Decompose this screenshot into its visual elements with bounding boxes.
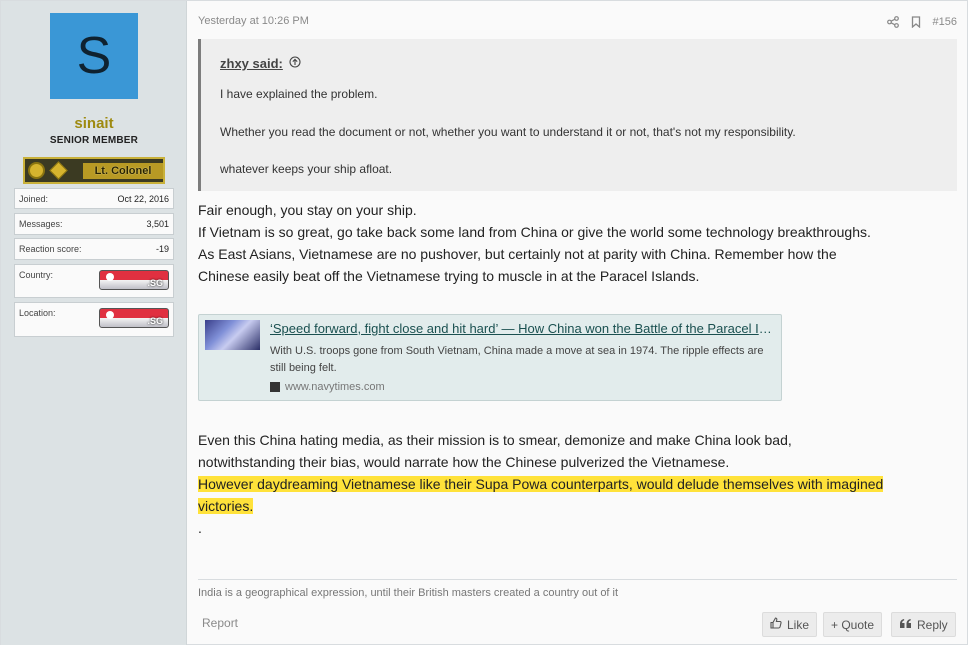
user-sidebar: S sinait SENIOR MEMBER Lt. Colonel Joine… xyxy=(1,1,187,645)
post-line: Chinese easily beat off the Vietnamese t… xyxy=(198,268,700,284)
thumbs-up-icon xyxy=(770,617,782,632)
like-button[interactable]: Like xyxy=(762,612,818,637)
reply-label: Reply xyxy=(917,617,948,632)
user-title: SENIOR MEMBER xyxy=(49,135,139,146)
quote-label: + Quote xyxy=(831,617,875,632)
post-line: notwithstanding their bias, would narrat… xyxy=(198,454,730,470)
stat-label: Joined: xyxy=(19,194,49,204)
singapore-flag-icon: .SG xyxy=(99,308,169,328)
link-domain-text: www.navytimes.com xyxy=(285,381,385,393)
quote-header[interactable]: zhxy said: xyxy=(220,56,301,71)
link-preview-domain: www.navytimes.com xyxy=(270,381,385,393)
singapore-flag-icon: .SG xyxy=(99,270,169,290)
post-line: Fair enough, you stay on your ship. xyxy=(198,202,417,218)
post-number-link[interactable]: #156 xyxy=(933,16,957,28)
stat-joined: Joined: Oct 22, 2016 xyxy=(14,188,174,209)
quote-line: I have explained the problem. xyxy=(220,87,378,101)
link-thumbnail[interactable] xyxy=(205,320,260,350)
quote-line: whatever keeps your ship afloat. xyxy=(220,162,393,176)
stat-label: Messages: xyxy=(19,219,63,229)
post-header-actions: #156 xyxy=(886,13,957,31)
bookmark-icon[interactable] xyxy=(911,16,921,28)
stat-value: 3,501 xyxy=(146,219,169,229)
stat-label: Location: xyxy=(19,308,56,318)
flag-code: .SG xyxy=(147,278,163,288)
post-line: If Vietnam is so great, go take back som… xyxy=(198,224,871,240)
quote-marks-icon xyxy=(899,618,912,632)
link-preview-description: With U.S. troops gone from South Vietnam… xyxy=(270,345,764,374)
site-favicon-icon xyxy=(270,382,280,392)
arrow-up-circle-icon[interactable] xyxy=(289,56,301,71)
stat-label: Reaction score: xyxy=(19,244,82,254)
post-line: . xyxy=(198,520,202,536)
stat-value: -19 xyxy=(155,244,169,254)
link-preview-title[interactable]: ‘Speed forward, fight close and hit hard… xyxy=(270,321,778,336)
rank-badge: Lt. Colonel xyxy=(23,157,165,184)
user-signature: India is a geographical expression, unti… xyxy=(198,579,957,599)
highlighted-line: victories. xyxy=(198,498,254,514)
share-icon[interactable] xyxy=(886,16,899,28)
flag-code: .SG xyxy=(147,316,163,326)
stat-label: Country: xyxy=(19,270,54,280)
link-preview-card[interactable]: ‘Speed forward, fight close and hit hard… xyxy=(198,314,782,401)
quote-button[interactable]: + Quote xyxy=(823,612,883,637)
post-paragraph: Even this China hating media, as their m… xyxy=(198,429,958,539)
post-line: As East Asians, Vietnamese are no pushov… xyxy=(198,246,837,262)
highlighted-line: However daydreaming Vietnamese like thei… xyxy=(198,476,884,492)
username-link[interactable]: sinait xyxy=(1,115,187,132)
report-link[interactable]: Report xyxy=(202,616,238,630)
rank-label: Lt. Colonel xyxy=(83,163,163,179)
post-line: Even this China hating media, as their m… xyxy=(198,432,792,448)
rank-medal-icon xyxy=(28,162,45,179)
stat-reaction-score: Reaction score: -19 xyxy=(14,238,174,260)
post-timestamp[interactable]: Yesterday at 10:26 PM xyxy=(198,15,309,27)
like-label: Like xyxy=(787,617,810,632)
stat-value: Oct 22, 2016 xyxy=(117,194,169,204)
post-paragraph: Fair enough, you stay on your ship. If V… xyxy=(198,199,958,287)
stat-messages: Messages: 3,501 xyxy=(14,213,174,235)
quote-line: Whether you read the document or not, wh… xyxy=(220,125,796,139)
forum-post: S sinait SENIOR MEMBER Lt. Colonel Joine… xyxy=(0,0,968,645)
reply-button[interactable]: Reply xyxy=(891,612,956,637)
stat-location: Location: .SG xyxy=(14,302,174,337)
quote-block: zhxy said: I have explained the problem.… xyxy=(198,39,957,191)
stat-country: Country: .SG xyxy=(14,264,174,298)
post-main: Yesterday at 10:26 PM #156 zhxy said: I … xyxy=(188,1,967,645)
quote-author-link[interactable]: zhxy said: xyxy=(220,56,283,71)
rank-diamond-icon xyxy=(49,161,68,180)
avatar[interactable]: S xyxy=(50,13,138,99)
